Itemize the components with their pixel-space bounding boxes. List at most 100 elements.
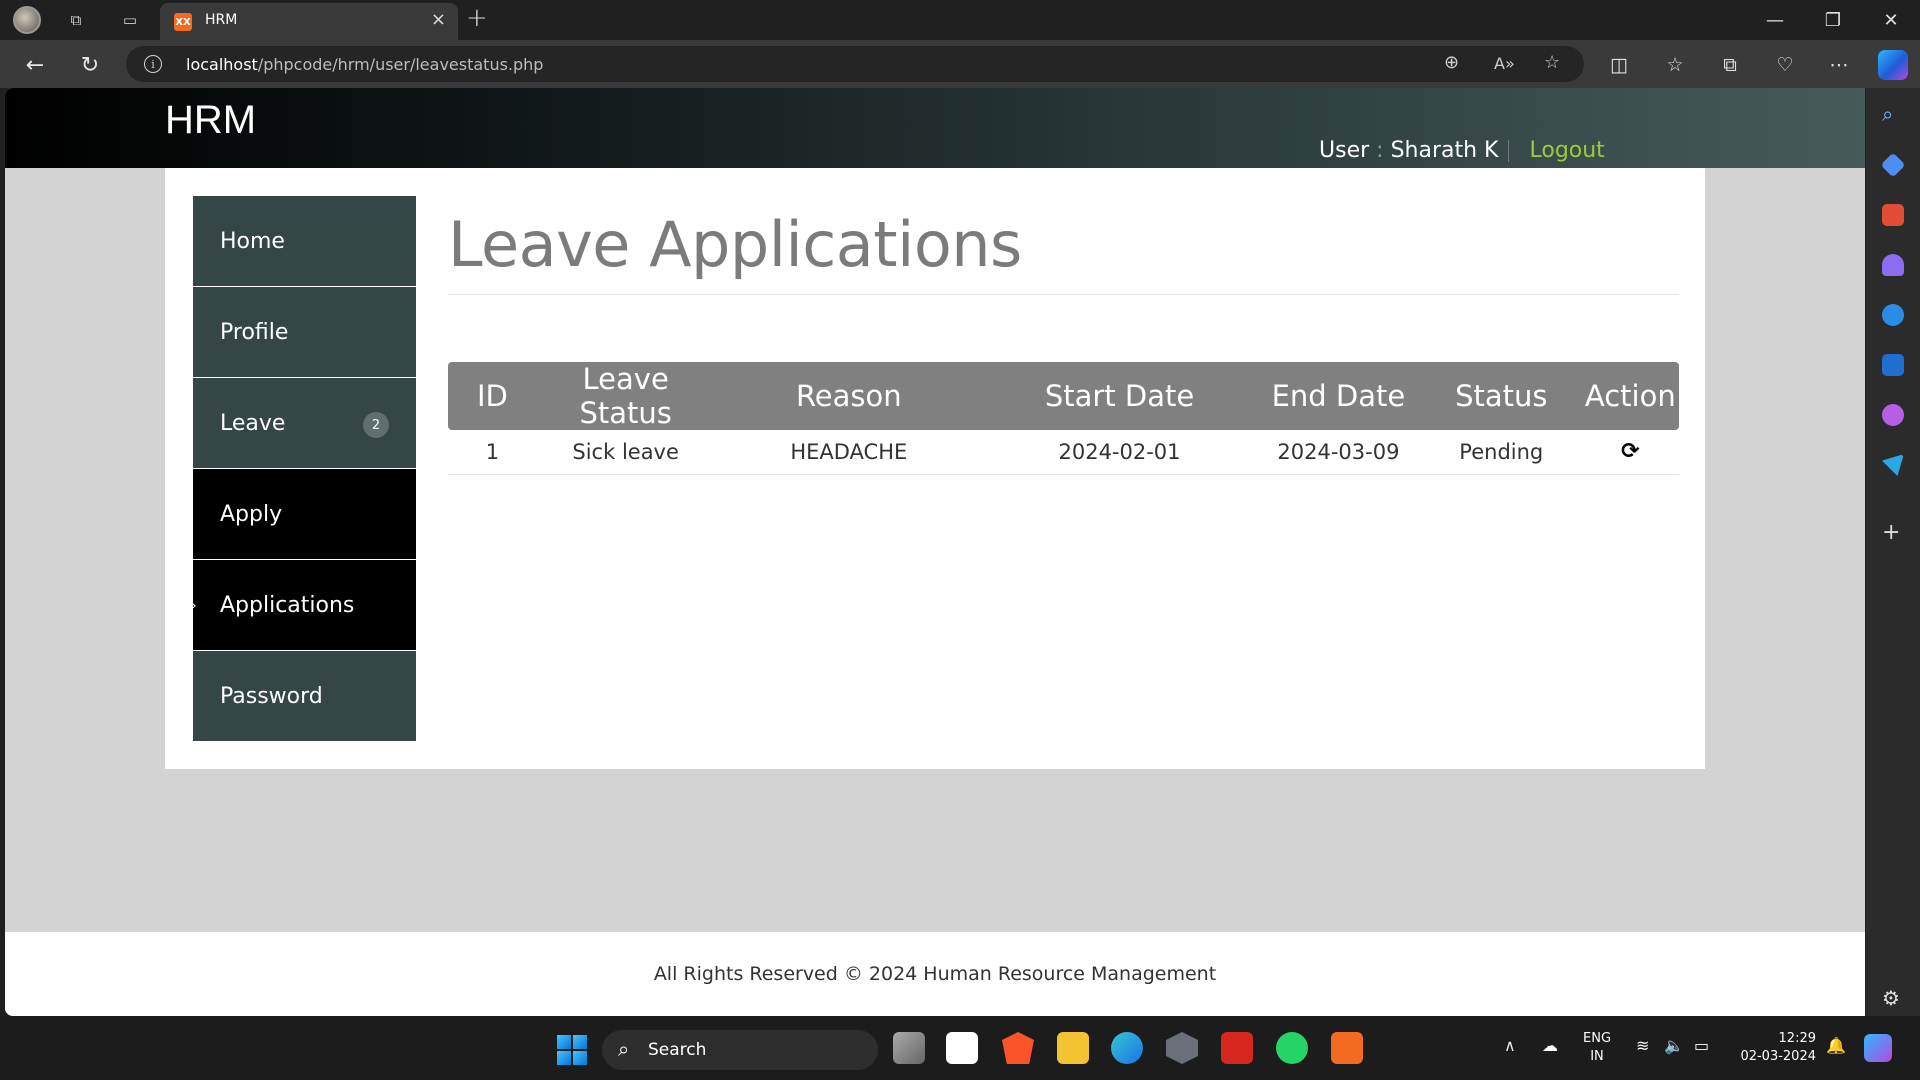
- copilot-taskbar-icon[interactable]: [1864, 1034, 1892, 1062]
- profile-avatar[interactable]: [13, 6, 41, 34]
- refresh-icon[interactable]: ⟳: [1621, 439, 1639, 464]
- nav-label: Password: [220, 683, 323, 709]
- search-label: Search: [648, 1040, 707, 1060]
- close-window-button[interactable]: ✕: [1868, 4, 1914, 36]
- url-host: localhost: [186, 55, 258, 74]
- sidebar-send-icon[interactable]: [1882, 454, 1904, 476]
- start-tile: [557, 1051, 571, 1065]
- logout-link[interactable]: Logout: [1529, 138, 1604, 163]
- clock-time: 12:29: [1778, 1031, 1816, 1046]
- nav-item-home[interactable]: Home: [193, 196, 416, 286]
- nav-item-profile[interactable]: Profile: [193, 287, 416, 377]
- close-tab-icon[interactable]: ×: [431, 9, 446, 30]
- split-screen-icon[interactable]: ◫: [1604, 50, 1634, 80]
- sidebar-add-icon[interactable]: +: [1882, 520, 1904, 545]
- user-info: User : Sharath K Logout: [1319, 138, 1605, 163]
- lang-line-2: IN: [1590, 1049, 1604, 1064]
- active-chevron-icon: ›: [191, 598, 197, 614]
- sidebar-copilot-icon[interactable]: [1882, 304, 1904, 326]
- url-text[interactable]: localhost/phpcode/hrm/user/leavestatus.p…: [186, 55, 543, 74]
- cell-reason: HEADACHE: [714, 430, 984, 475]
- taskbar-search[interactable]: ⌕ Search: [602, 1030, 878, 1070]
- site-logo[interactable]: HRM: [165, 98, 256, 143]
- sidebar-settings-icon[interactable]: ⚙: [1882, 986, 1904, 1010]
- table-row: 1 Sick leave HEADACHE 2024-02-01 2024-03…: [448, 430, 1679, 475]
- sidebar-shopping-icon[interactable]: [1880, 152, 1906, 178]
- footer-text: All Rights Reserved © 2024 Human Resourc…: [653, 963, 1217, 985]
- site-footer: All Rights Reserved © 2024 Human Resourc…: [5, 932, 1865, 1016]
- volume-icon[interactable]: 🔈: [1664, 1036, 1684, 1055]
- nav-item-leave[interactable]: Leave 2: [193, 378, 416, 468]
- favorites-icon[interactable]: ☆: [1660, 50, 1690, 80]
- nav-item-apply[interactable]: Apply: [193, 469, 416, 559]
- xampp-icon[interactable]: [1331, 1032, 1363, 1064]
- sidebar-tools-icon[interactable]: [1882, 204, 1904, 226]
- nav-item-password[interactable]: Password: [193, 651, 416, 741]
- leave-applications-table: ID Leave Status Reason Start Date End Da…: [448, 362, 1679, 475]
- favorite-star-icon[interactable]: ☆: [1544, 52, 1560, 73]
- site-header: HRM User : Sharath K Logout: [5, 88, 1865, 168]
- start-tile: [573, 1035, 587, 1049]
- url-path: /phpcode/hrm/user/leavestatus.php: [257, 55, 544, 74]
- tab-hrm[interactable]: XX HRM ×: [160, 3, 458, 40]
- browser-essentials-icon[interactable]: ♡: [1770, 50, 1800, 80]
- minimize-button[interactable]: —: [1752, 4, 1798, 36]
- page-title: Leave Applications: [448, 208, 1022, 281]
- read-aloud-icon[interactable]: A»: [1494, 54, 1515, 73]
- edge-icon[interactable]: [1111, 1032, 1143, 1064]
- clock[interactable]: 12:29 02-03-2024: [1736, 1030, 1816, 1066]
- collections-icon[interactable]: ⧉: [1715, 50, 1745, 80]
- back-button[interactable]: ←: [20, 50, 50, 80]
- battery-icon[interactable]: ▭: [1694, 1036, 1709, 1055]
- browser-toolbar: ← ↻ i localhost/phpcode/hrm/user/leavest…: [0, 40, 1920, 88]
- start-tile: [573, 1051, 587, 1065]
- user-name: Sharath K: [1390, 138, 1499, 163]
- file-explorer-icon[interactable]: [1057, 1032, 1089, 1064]
- workspaces-icon[interactable]: ⧉: [62, 6, 90, 34]
- cell-status: Pending: [1420, 430, 1582, 475]
- user-separator: :: [1376, 138, 1384, 163]
- onedrive-icon[interactable]: ☁: [1542, 1036, 1558, 1055]
- nav-label: Apply: [220, 501, 283, 527]
- col-header-reason: Reason: [714, 362, 984, 430]
- title-divider: [448, 294, 1679, 295]
- sidebar-designer-icon[interactable]: [1882, 404, 1904, 426]
- site-info-icon[interactable]: i: [144, 55, 162, 73]
- user-divider: [1508, 140, 1510, 162]
- leave-count-badge: 2: [363, 412, 389, 438]
- brave-icon[interactable]: [1002, 1032, 1034, 1064]
- notification-bell-icon[interactable]: 🔔: [1826, 1036, 1846, 1055]
- col-header-leave-status: Leave Status: [536, 362, 715, 430]
- nav-label: Profile: [220, 319, 289, 345]
- unity-hub-icon[interactable]: [1166, 1032, 1198, 1064]
- task-view-icon[interactable]: [893, 1032, 925, 1064]
- new-tab-button[interactable]: +: [466, 3, 488, 33]
- col-header-start-date: Start Date: [983, 362, 1256, 430]
- nav-item-applications[interactable]: › Applications: [191, 560, 416, 650]
- tab-title: HRM: [205, 12, 238, 28]
- sidebar-outlook-icon[interactable]: [1882, 354, 1904, 376]
- address-bar[interactable]: i localhost/phpcode/hrm/user/leavestatus…: [126, 46, 1584, 82]
- side-nav: Home Profile Leave 2 Apply › Application…: [191, 196, 416, 742]
- restore-button[interactable]: ❐: [1810, 4, 1856, 36]
- zoom-icon[interactable]: ⊕: [1444, 52, 1459, 73]
- tray-overflow-icon[interactable]: ∧: [1504, 1036, 1516, 1055]
- store-icon[interactable]: [946, 1032, 978, 1064]
- edge-sidebar: ⌕ + ⚙: [1866, 88, 1920, 1016]
- copilot-icon[interactable]: [1878, 50, 1908, 80]
- reload-button[interactable]: ↻: [75, 50, 105, 80]
- start-button[interactable]: [557, 1035, 587, 1065]
- whatsapp-icon[interactable]: [1276, 1032, 1308, 1064]
- nav-label: Applications: [220, 592, 355, 618]
- more-menu-icon[interactable]: ⋯: [1824, 50, 1854, 80]
- col-header-end-date: End Date: [1255, 362, 1421, 430]
- wifi-icon[interactable]: ≋: [1636, 1036, 1649, 1055]
- sidebar-search-icon[interactable]: ⌕: [1882, 102, 1904, 126]
- language-indicator[interactable]: ENG IN: [1583, 1030, 1611, 1066]
- acrobat-icon[interactable]: [1221, 1032, 1253, 1064]
- vertical-tabs-icon[interactable]: ▭: [116, 6, 144, 34]
- cell-start-date: 2024-02-01: [983, 430, 1256, 475]
- sidebar-games-icon[interactable]: [1882, 254, 1904, 276]
- cell-id: 1: [448, 430, 537, 475]
- user-label: User: [1319, 138, 1370, 163]
